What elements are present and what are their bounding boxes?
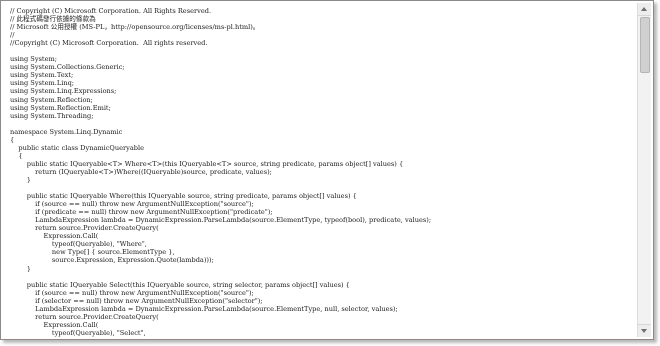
- code-line: // Microsoft 公用授權 (MS-PL，http://opensour…: [10, 23, 260, 32]
- code-line: using System.Linq.Expressions;: [10, 87, 117, 96]
- code-line: using System.Threading;: [10, 111, 94, 120]
- code-line: return (IQueryable<T>)Where((IQueryable)…: [10, 167, 272, 176]
- code-line: namespace System.Linq.Dynamic: [10, 127, 123, 136]
- scroll-up-button[interactable]: [638, 3, 651, 16]
- code-line: {: [10, 151, 23, 160]
- code-window: // Copyright (C) Microsoft Corporation. …: [0, 0, 654, 340]
- code-line: using System.Text;: [10, 71, 74, 80]
- code-line: typeof(Queryable), "Select",: [10, 328, 146, 337]
- code-block: // Copyright (C) Microsoft Corporation. …: [3, 3, 635, 337]
- vertical-scrollbar[interactable]: [637, 3, 651, 337]
- code-line: public static IQueryable Select(this IQu…: [10, 280, 350, 289]
- code-line: //: [10, 31, 15, 40]
- code-line: using System.Reflection;: [10, 95, 93, 104]
- code-line: return source.Provider.CreateQuery(: [10, 312, 159, 321]
- code-line: if (source == null) throw new ArgumentNu…: [10, 288, 254, 297]
- code-editor[interactable]: // Copyright (C) Microsoft Corporation. …: [3, 3, 635, 337]
- code-line: LambdaExpression lambda = DynamicExpress…: [10, 304, 398, 313]
- code-line: new Type[] { source.ElementType },: [10, 248, 175, 257]
- scroll-down-button[interactable]: [638, 324, 651, 337]
- code-line: source.Expression, Expression.Quote(lamb…: [10, 256, 214, 265]
- code-line: }: [10, 264, 31, 273]
- code-line: //Copyright (C) Microsoft Corporation. A…: [10, 39, 208, 48]
- chevron-up-icon: [641, 7, 647, 11]
- code-line: {: [10, 135, 15, 144]
- code-line: Expression.Call(: [10, 320, 99, 329]
- code-line: if (source == null) throw new ArgumentNu…: [10, 200, 254, 209]
- code-line: using System;: [10, 55, 57, 64]
- code-line: return source.Provider.CreateQuery(: [10, 224, 159, 233]
- code-line: // 此程式碼發行依據的條款為: [10, 15, 96, 24]
- code-line: public static class DynamicQueryable: [10, 143, 145, 152]
- code-line: if (selector == null) throw new Argument…: [10, 296, 263, 305]
- code-line: using System.Reflection.Emit;: [10, 103, 111, 112]
- code-line: using System.Linq;: [10, 79, 75, 88]
- code-line: using System.Collections.Generic;: [10, 63, 125, 72]
- code-line: public static IQueryable Where(this IQue…: [10, 192, 357, 201]
- scroll-thumb[interactable]: [640, 17, 650, 73]
- code-line: typeof(Queryable), "Where",: [10, 240, 147, 249]
- code-line: // Copyright (C) Microsoft Corporation. …: [10, 7, 212, 15]
- code-line: Expression.Call(: [10, 232, 99, 241]
- code-line: if (predicate == null) throw new Argumen…: [10, 208, 273, 217]
- code-line: }: [10, 175, 31, 184]
- code-line: public static IQueryable<T> Where<T>(thi…: [10, 159, 404, 168]
- chevron-down-icon: [641, 329, 647, 333]
- code-line: LambdaExpression lambda = DynamicExpress…: [10, 216, 432, 225]
